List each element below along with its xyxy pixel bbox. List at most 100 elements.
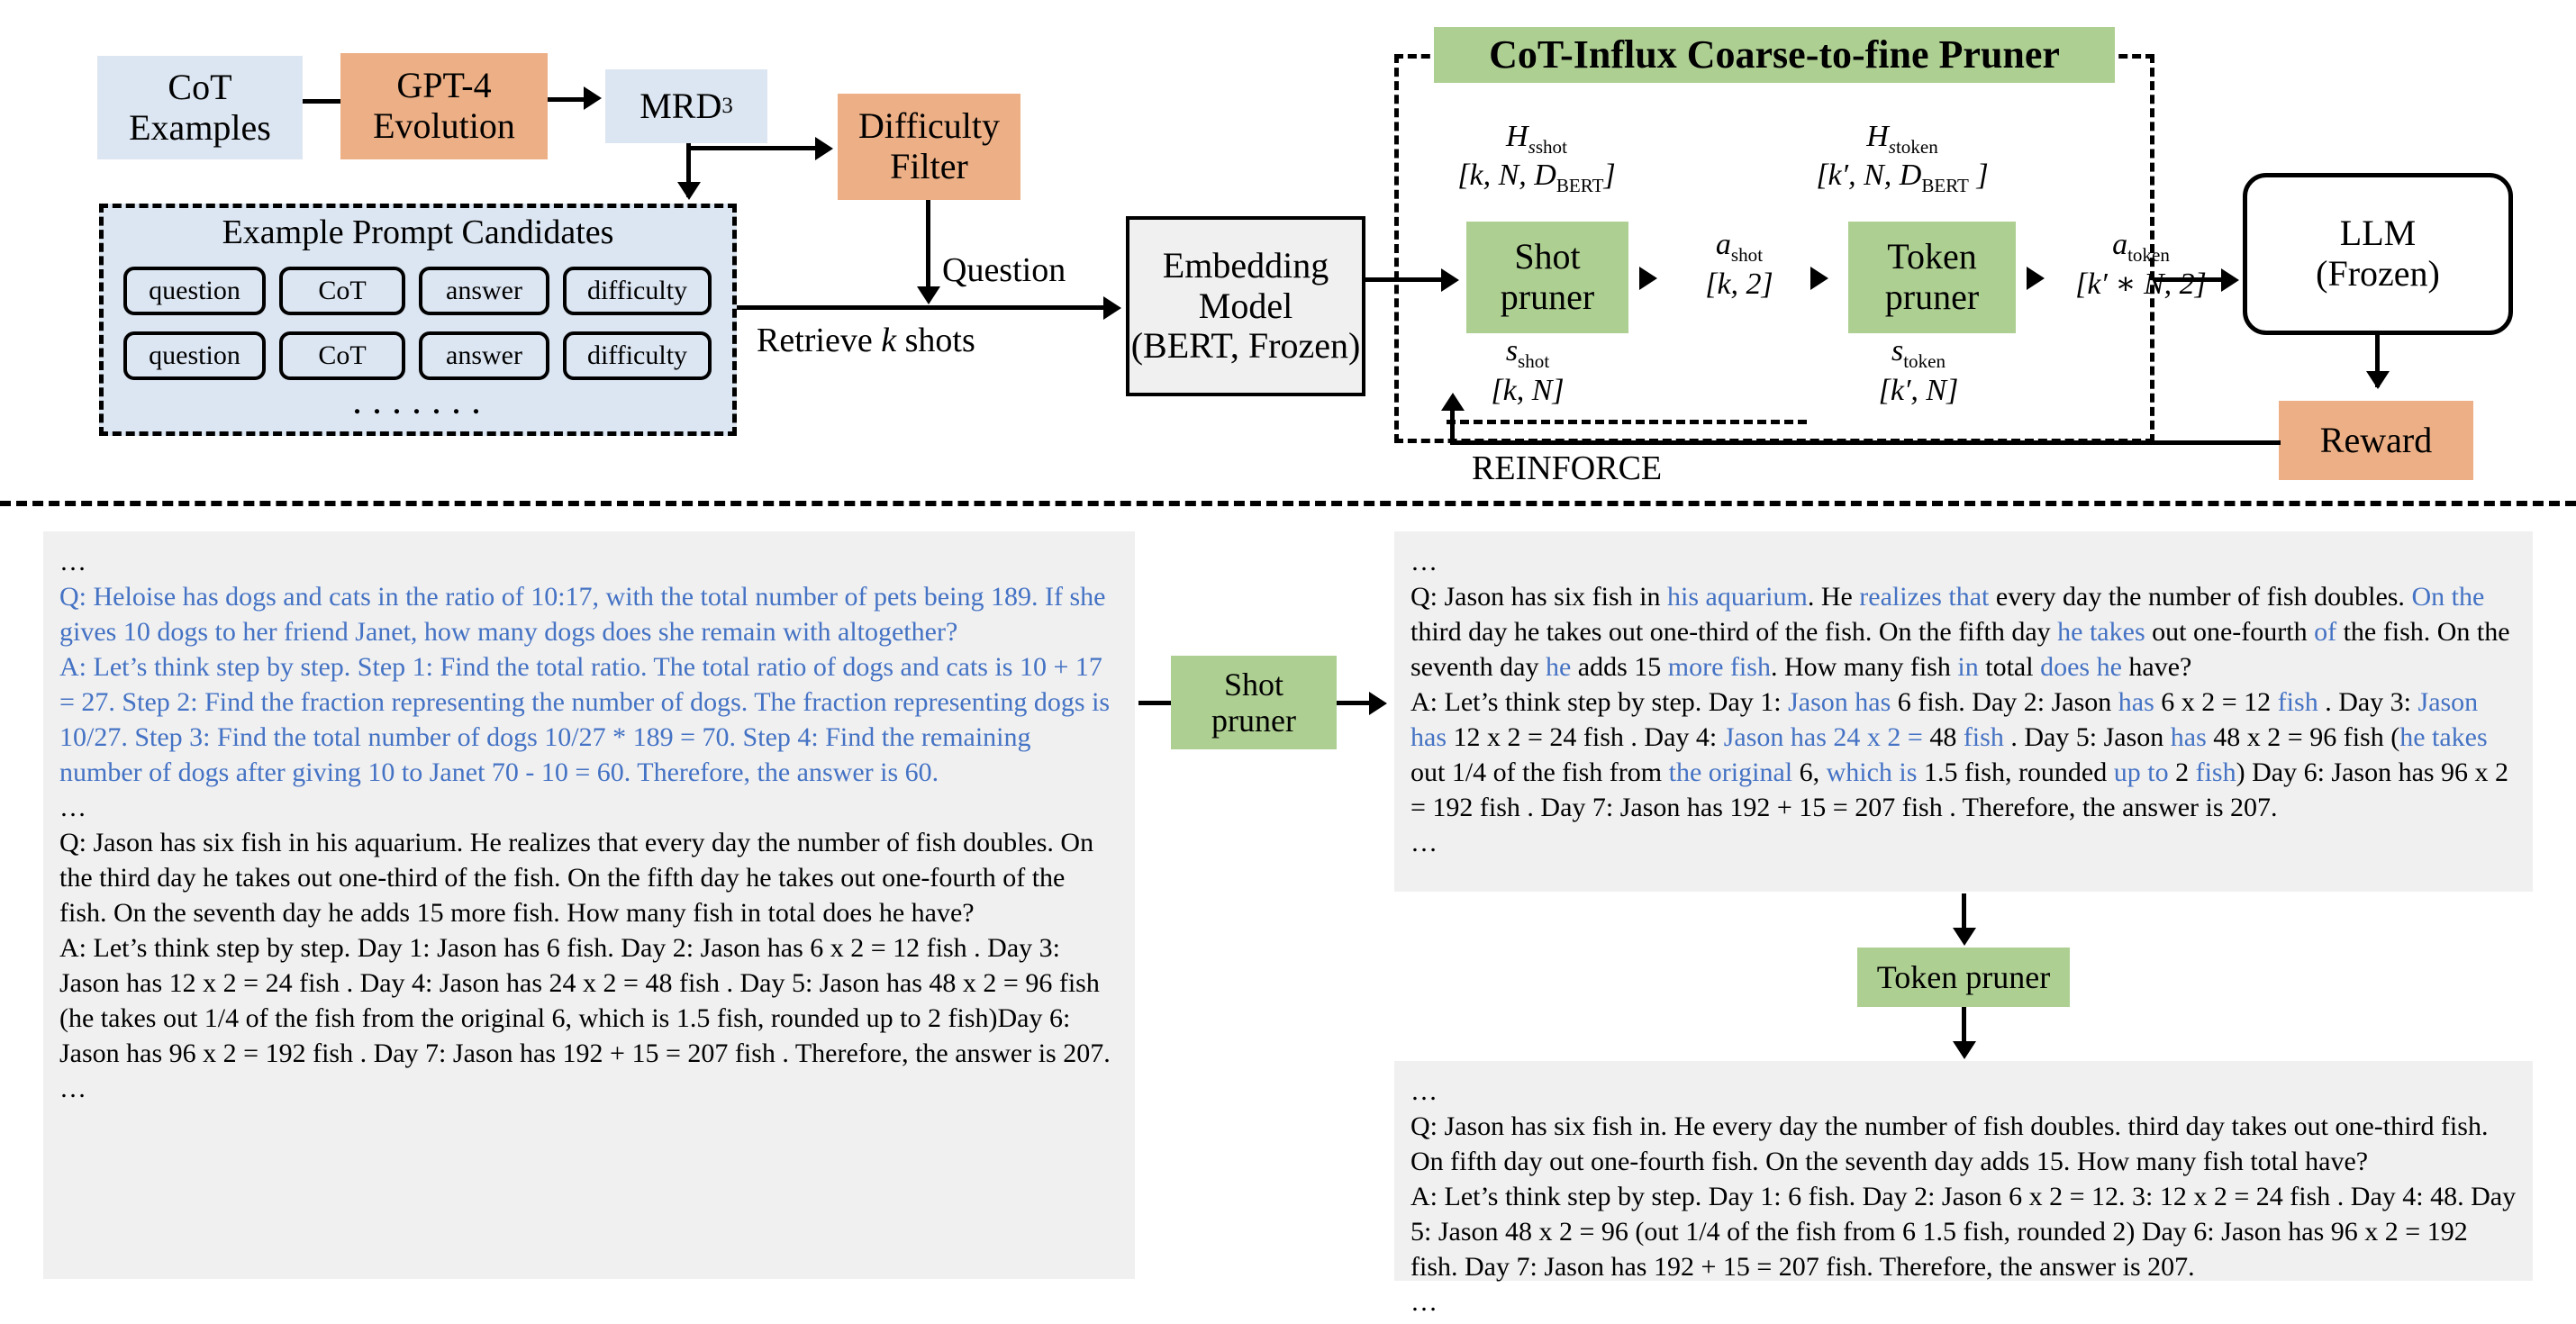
chip-question-1: question: [123, 267, 266, 315]
panel-black-question: Q: Jason has six fish in his aquarium. H…: [59, 828, 1094, 928]
node-shot-pruner-bottom: Shot pruner: [1171, 656, 1337, 749]
panel-answer: A: Let’s think step by step. Day 1: 6 fi…: [1410, 1182, 2517, 1282]
panel-blue-question: Q: Heloise has dogs and cats in the rati…: [59, 582, 1106, 647]
pruned-span-blue: in: [1957, 652, 1979, 682]
chip-cot-1: CoT: [279, 267, 405, 315]
pruned-span-black: out 1/4 of the fish from: [1410, 757, 1669, 787]
node-shot-pruner-bottom-label: Shot pruner: [1211, 666, 1296, 739]
arrow-llm-to-reward: [2366, 371, 2390, 389]
arrow-tokenpruner-to-panel: [1953, 1041, 1976, 1059]
token-pruned-panel: … Q: Jason has six fish in. He every day…: [1394, 1061, 2533, 1317]
node-mrd3-label: MRD: [639, 85, 722, 126]
node-example-prompt-candidates-title: Example Prompt Candidates: [222, 213, 614, 251]
panel-question: Q: Jason has six fish in. He every day t…: [1410, 1111, 2489, 1176]
pruner-dashed-bottom-feed: [1447, 420, 1807, 424]
pruned-span-blue: fish: [2277, 687, 2318, 717]
pruned-span-blue: of: [2314, 617, 2337, 647]
chip-label: CoT: [318, 276, 367, 305]
node-reward-label: Reward: [2319, 419, 2433, 460]
panel-blue-answer: A: Let’s think step by step. Step 1: Fin…: [59, 652, 1111, 787]
pruned-span-black: 6 fish. Day 2: Jason: [1891, 687, 2118, 717]
edge-difficulty-down: [926, 200, 930, 288]
chip-answer-1: answer: [419, 267, 549, 315]
pruned-span-black: 12 x 2 = 24 fish . Day 4:: [1447, 722, 1724, 752]
arrow-reinforce-up: [1441, 393, 1465, 411]
pruned-span-blue: fish: [1963, 722, 2004, 752]
chip-cot-2: CoT: [279, 331, 405, 380]
panel-tail-ellipsis: …: [59, 1074, 86, 1103]
chip-difficulty-1: difficulty: [563, 267, 712, 315]
arrow-shotpruner-to-ashot: [1639, 267, 1657, 290]
edge-label-retrieve-k-shots: Retrieve k shots: [757, 322, 975, 359]
node-token-pruner: Token pruner: [1848, 222, 2016, 333]
node-token-pruner-label: Token pruner: [1884, 236, 1980, 317]
pruned-span-black: . Day 3:: [2317, 687, 2418, 717]
edge-gpt4-to-mrd3: [548, 97, 585, 102]
pruned-span-black: . Day 5: Jason: [2003, 722, 2171, 752]
node-difficulty-filter: Difficulty Filter: [838, 94, 1020, 200]
node-gpt4-evolution-label: GPT-4 Evolution: [373, 65, 515, 146]
node-llm-label: LLM (Frozen): [2316, 213, 2440, 294]
chip-question-2: question: [123, 331, 266, 380]
panel-mid-ellipsis: …: [59, 793, 86, 822]
arrow-tokenpruner-to-atoken: [2027, 267, 2045, 290]
panel-black-answer: A: Let’s think step by step. Day 1: Jaso…: [59, 933, 1111, 1068]
panel-question-mixed: Q: Jason has six fish in his aquarium. H…: [1410, 579, 2517, 685]
shot-pruned-panel: … Q: Jason has six fish in his aquarium.…: [1394, 531, 2533, 892]
pruned-span-blue: up to: [2113, 757, 2169, 787]
pruned-span-black: total: [1978, 652, 2041, 682]
edge-label-reinforce: REINFORCE: [1472, 449, 1663, 487]
edge-reinforce-line: [1450, 440, 2281, 445]
chip-answer-2: answer: [419, 331, 549, 380]
pruned-span-blue: does he: [2040, 652, 2122, 682]
arrow-difficulty-down: [917, 286, 940, 304]
chip-label: answer: [446, 276, 522, 305]
pruned-span-blue: realizes that: [1859, 582, 1990, 612]
tensor-label-s-shot: sshot [k, N]: [1491, 334, 1565, 408]
pruned-span-blue: has: [2170, 722, 2207, 752]
node-llm: LLM (Frozen): [2243, 173, 2513, 335]
pruned-span-blue: his aquarium: [1667, 582, 1808, 612]
panel-lead-ellipsis: …: [1410, 547, 1438, 576]
edge-candidates-to-embedding: [737, 305, 1115, 310]
panel-lead-ellipsis: …: [1410, 1076, 1438, 1106]
arrow-mrd3-to-candidates: [677, 182, 701, 200]
arrow-gpt4-to-mrd3: [584, 86, 602, 110]
pruned-span-black: out one-fourth: [2145, 617, 2315, 647]
panel-tail-ellipsis: …: [1410, 828, 1438, 857]
pruned-span-black: every day the number of fish doubles.: [1989, 582, 2412, 612]
chip-label: difficulty: [586, 276, 688, 305]
original-prompt-panel: … Q: Heloise has dogs and cats in the ra…: [43, 531, 1135, 1279]
arrow-candidates-to-embedding: [1103, 296, 1121, 320]
node-cot-examples: CoT Examples: [97, 56, 303, 159]
edge-mrd3-right: [686, 146, 820, 150]
pruned-span-black: adds 15: [1571, 652, 1668, 682]
node-cot-examples-label: CoT Examples: [129, 66, 271, 148]
pruned-span-black: have?: [2121, 652, 2192, 682]
chip-label: difficulty: [586, 340, 688, 370]
pruned-span-black: . He: [1807, 582, 1860, 612]
chip-label: question: [149, 276, 240, 305]
node-shot-pruner: Shot pruner: [1466, 222, 1628, 333]
pruned-span-black: . How many fish: [1770, 652, 1958, 682]
pruned-span-blue: Jason has: [1788, 687, 1891, 717]
pruned-span-blue: which is: [1826, 757, 1918, 787]
pruned-span-black: 48 x 2 = 96 fish (: [2206, 722, 2400, 752]
pruned-span-blue: On the: [2411, 582, 2485, 612]
chip-label: answer: [446, 340, 522, 370]
arrow-ashot-to-tokenpruner: [1810, 267, 1828, 290]
pruned-span-black: A: Let’s think step by step. Day 1:: [1410, 687, 1789, 717]
arrow-pruner-to-llm: [2221, 268, 2239, 292]
pruned-span-blue: he takes: [2399, 722, 2488, 752]
pruned-span-blue: more fish: [1667, 652, 1771, 682]
node-token-pruner-bottom: Token pruner: [1857, 948, 2070, 1007]
tensor-label-a-shot: ashot [k, 2]: [1705, 228, 1773, 302]
node-token-pruner-bottom-label: Token pruner: [1876, 958, 2051, 995]
pruned-span-blue: he takes: [2057, 617, 2145, 647]
node-gpt4-evolution: GPT-4 Evolution: [340, 53, 548, 159]
node-reward: Reward: [2279, 401, 2473, 480]
pruned-span-blue: fish: [2195, 757, 2236, 787]
pruned-span-black: 6 x 2 = 12: [2154, 687, 2278, 717]
tensor-label-h-s-token: Hstoken [k′, N, DBERT ]: [1816, 120, 1989, 196]
pruned-span-black: 1.5 fish, rounded: [1917, 757, 2114, 787]
